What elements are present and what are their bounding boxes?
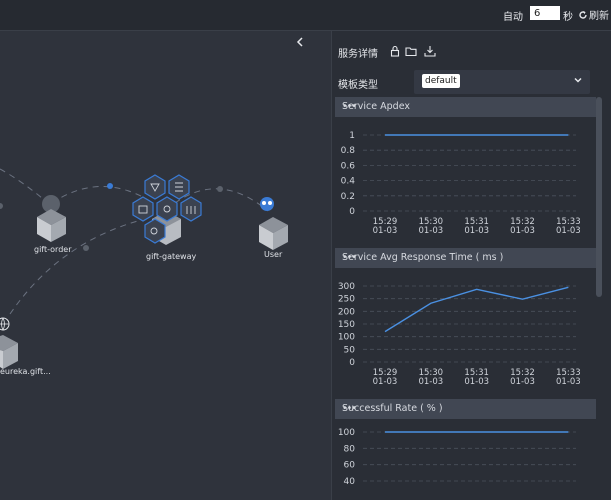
y-tick-label: 100 [338, 428, 355, 438]
panel-scrollbar[interactable] [596, 97, 602, 297]
success-rate-chart: 40 60 80 100 [338, 428, 576, 487]
x-tick-label: 01-03 [418, 377, 443, 387]
x-tick-label: 01-03 [556, 226, 581, 236]
chart-card-response-time: Service Avg Response Time ( ms ) ••• 0 50 1… [335, 248, 596, 394]
edge-dot [83, 245, 89, 251]
edge-eureka-to-gateway [9, 218, 146, 315]
edge-left-to-order [0, 168, 49, 204]
node-eureka-cube [0, 317, 18, 369]
edge-dot [0, 203, 3, 209]
collapse-panel-button[interactable] [296, 36, 304, 50]
edge-dot [217, 186, 223, 192]
series-line [384, 286, 569, 333]
more-icon[interactable]: ••• [342, 252, 588, 263]
node-gift-order-cube [37, 195, 66, 242]
top-bar: 自动 秒 刷新 [0, 0, 611, 31]
y-tick-label: 0.6 [341, 161, 356, 171]
chart-card-apdex: Service Apdex ••• 0 0.2 0.4 0.6 0.8 1 15:29 01-0… [335, 97, 596, 243]
topology-graph [0, 168, 288, 369]
auto-refresh-label: 自动 [503, 12, 523, 23]
y-tick-label: 40 [344, 477, 356, 487]
more-icon[interactable]: ••• [342, 101, 588, 112]
refresh-interval-input[interactable] [530, 6, 560, 20]
x-tick-label: 01-03 [510, 377, 535, 387]
node-user-cube [259, 197, 288, 250]
y-tick-label: 0.2 [341, 192, 355, 202]
y-tick-label: 60 [344, 461, 356, 471]
y-tick-label: 0.4 [341, 177, 356, 187]
x-tick-label: 01-03 [556, 377, 581, 387]
y-tick-label: 250 [338, 295, 355, 305]
download-icon[interactable] [424, 45, 436, 57]
node-label-eureka: eureka.gift... [0, 367, 51, 376]
x-tick-label: 01-03 [464, 377, 489, 387]
chevron-down-icon [574, 77, 582, 83]
refresh-label: 刷新 [589, 11, 609, 22]
edge-order-to-gateway [51, 186, 151, 204]
y-tick-label: 0.8 [341, 146, 356, 156]
node-gift-gateway [132, 174, 202, 245]
template-type-value: default [422, 74, 460, 88]
edge-dot [107, 183, 113, 189]
y-tick-label: 300 [338, 282, 355, 292]
y-tick-label: 200 [338, 307, 355, 317]
node-label-gift-gateway: gift-gateway [146, 252, 197, 261]
seconds-label: 秒 [563, 12, 573, 23]
x-tick-label: 01-03 [373, 377, 398, 387]
y-tick-label: 100 [338, 333, 355, 343]
y-tick-label: 50 [344, 345, 356, 355]
template-type-select[interactable]: default [414, 70, 590, 94]
refresh-icon [579, 10, 587, 19]
x-tick-label: 01-03 [464, 226, 489, 236]
refresh-button[interactable]: 刷新 [578, 7, 609, 22]
x-tick-label: 01-03 [418, 226, 443, 236]
y-tick-label: 80 [344, 444, 356, 454]
apdex-chart: 00.20.40.60.8115:2901-0315:3001-0315:310… [341, 131, 581, 236]
more-icon[interactable]: ••• [342, 403, 588, 414]
x-tick-label: 01-03 [510, 226, 535, 236]
chart-card-success-rate: Successful Rate ( % ) ••• 40 60 80 100 [335, 399, 596, 500]
x-tick-label: 01-03 [373, 226, 398, 236]
node-label-gift-order: gift-order [34, 245, 72, 254]
panel-title: 服务详情 [338, 49, 378, 60]
response-time-chart: 05010015020025030015:2901-0315:3001-0315… [338, 282, 581, 387]
lock-icon[interactable] [389, 45, 401, 57]
y-tick-label: 150 [338, 320, 355, 330]
node-label-user: User [264, 250, 283, 259]
template-type-label: 模板类型 [338, 80, 378, 91]
service-detail-panel: 服务详情 模板类型 default Service Apdex ••• 0 0.2 0… [331, 31, 611, 500]
y-tick-label: 1 [349, 131, 355, 141]
topology-canvas[interactable]: gift-order gift-gateway User eureka.gift… [0, 31, 330, 500]
chevron-left-icon [296, 37, 303, 47]
folder-icon[interactable] [405, 45, 417, 57]
y-tick-label: 0 [349, 207, 355, 217]
y-tick-label: 0 [349, 358, 355, 368]
